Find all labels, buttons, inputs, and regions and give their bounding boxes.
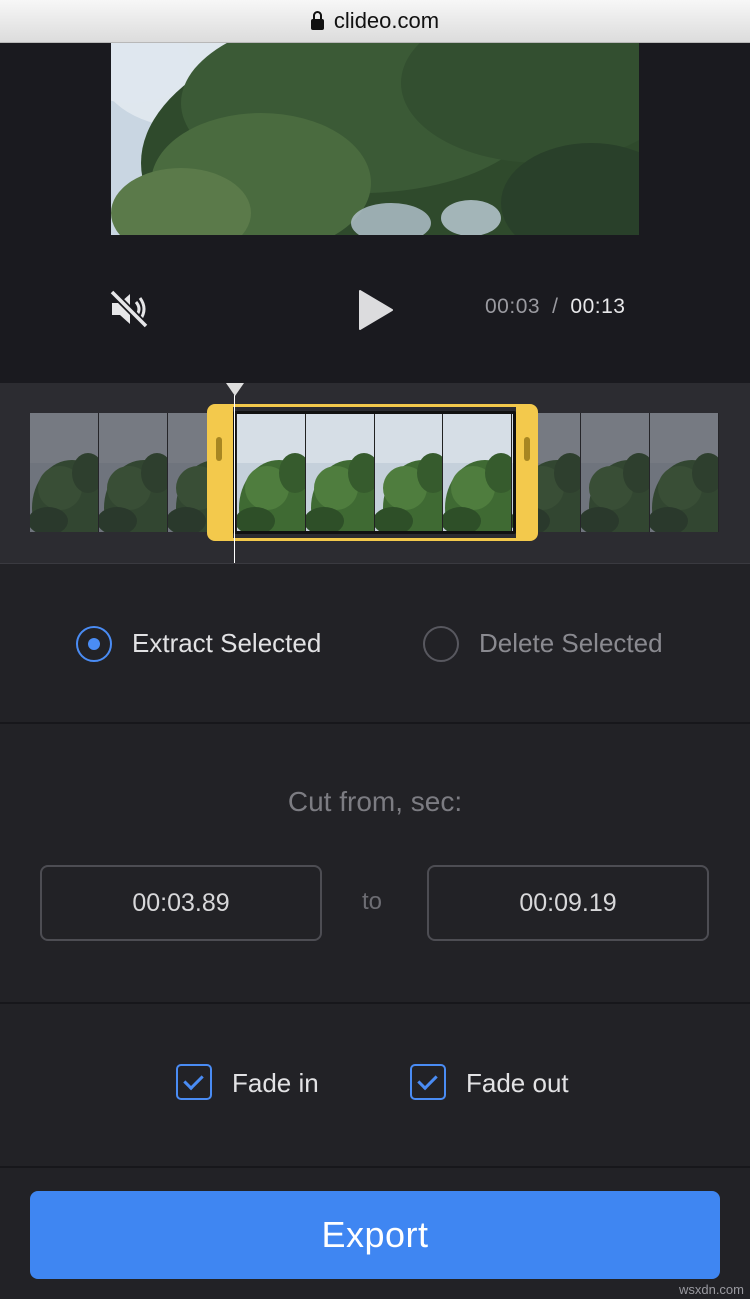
to-label: to (362, 888, 383, 915)
extract-selected-radio[interactable] (76, 626, 112, 662)
unselected-left-overlay (30, 413, 210, 532)
mute-icon[interactable] (108, 289, 150, 329)
selection-frame (233, 411, 516, 534)
left-trim-handle[interactable] (216, 437, 222, 461)
video-player: 00:03 / 00:13 (0, 43, 750, 383)
delete-selected-label[interactable]: Delete Selected (479, 628, 663, 659)
fade-options: Fade in Fade out (0, 1004, 750, 1168)
selection-range[interactable] (207, 404, 538, 541)
lock-icon (310, 10, 324, 30)
playhead-marker-icon[interactable] (226, 383, 244, 396)
time-display: 00:03 / 00:13 (485, 295, 625, 319)
fade-in-checkbox[interactable] (176, 1064, 212, 1100)
extract-selected-label[interactable]: Extract Selected (132, 628, 321, 659)
fade-in-label[interactable]: Fade in (232, 1068, 319, 1099)
url-text: clideo.com (333, 8, 440, 33)
right-trim-handle[interactable] (524, 437, 530, 461)
video-preview[interactable] (111, 43, 639, 235)
fade-out-label[interactable]: Fade out (466, 1068, 569, 1099)
playhead[interactable] (234, 395, 235, 563)
mode-options: Extract Selected Delete Selected (0, 564, 750, 724)
fade-out-checkbox[interactable] (410, 1064, 446, 1100)
cut-end-field[interactable] (427, 865, 709, 941)
total-time: 00:13 (570, 295, 626, 318)
time-separator: / (552, 295, 559, 318)
watermark: wsxdn.com (678, 1282, 744, 1297)
export-button[interactable]: Export (30, 1191, 720, 1279)
current-time: 00:03 (485, 295, 541, 318)
cut-from-title: Cut from, sec: (287, 786, 463, 817)
timeline[interactable] (0, 383, 750, 564)
delete-selected-radio[interactable] (423, 626, 459, 662)
cut-start-field[interactable] (40, 865, 322, 941)
play-icon[interactable] (358, 289, 394, 331)
url-bar[interactable]: clideo.com (0, 0, 750, 43)
unselected-right-overlay (536, 413, 719, 532)
cut-range-section: Cut from, sec: to (0, 724, 750, 1004)
